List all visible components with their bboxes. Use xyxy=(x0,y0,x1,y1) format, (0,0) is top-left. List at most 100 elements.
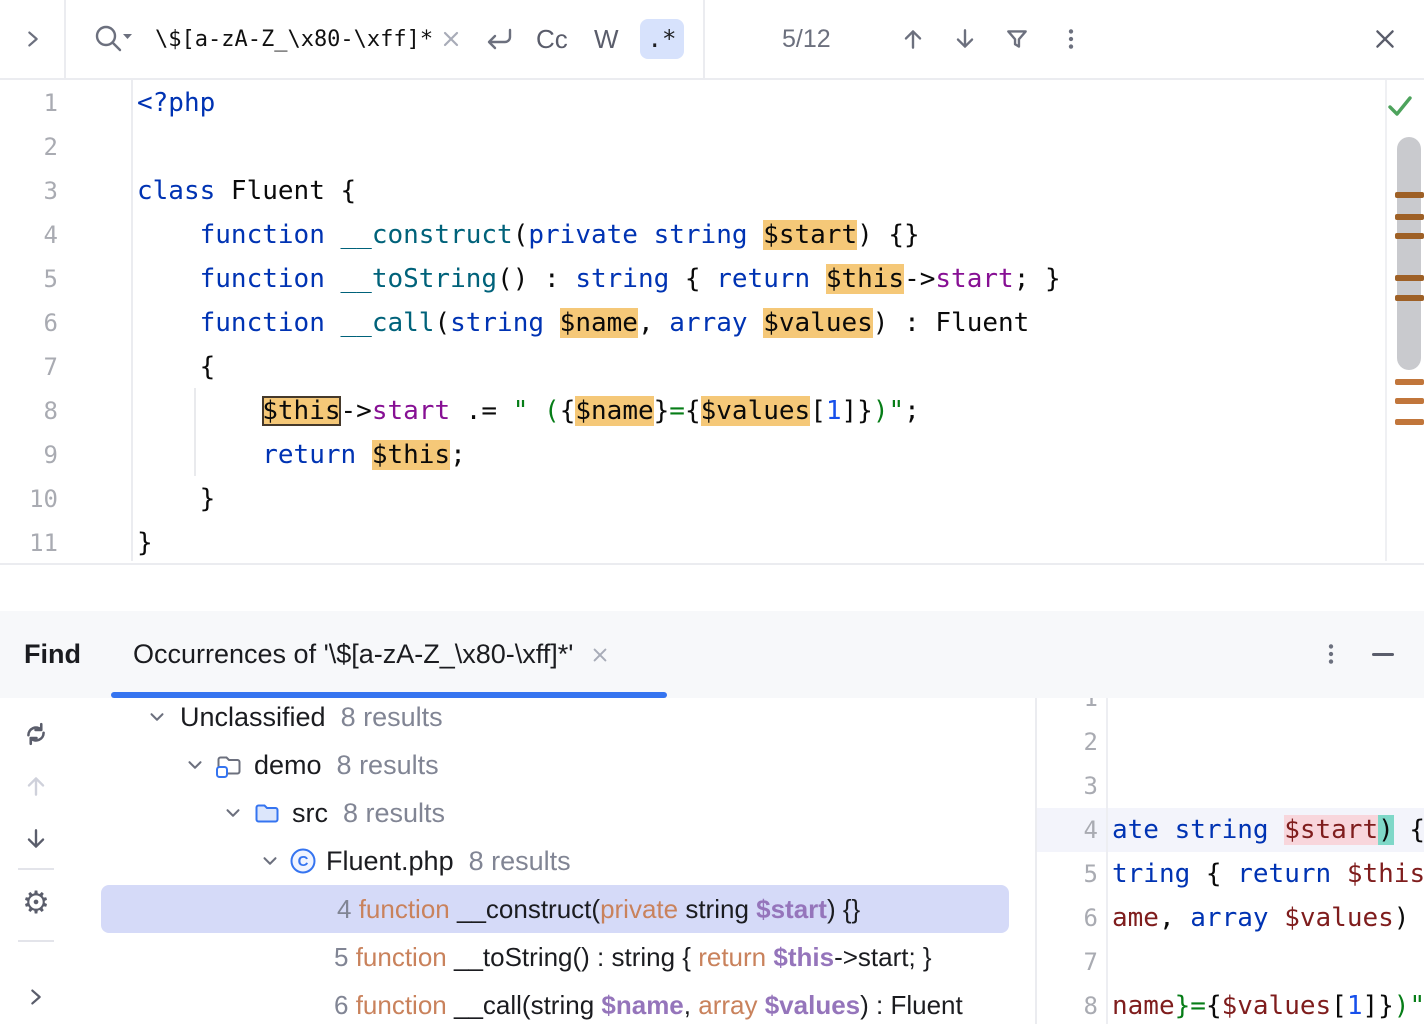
code-segment: ) : Fluent xyxy=(873,308,1030,338)
editor-gutter[interactable]: 1234567891011 xyxy=(0,81,58,565)
preview-gutter[interactable]: 12345678 xyxy=(1037,698,1098,1024)
editor-code-area[interactable]: <?php class Fluent { function __construct… xyxy=(137,81,1383,561)
tree-row-unclassified[interactable]: Unclassified 8 results xyxy=(72,693,1109,741)
stripe-mark[interactable] xyxy=(1395,295,1424,301)
hide-toolwindow-button[interactable] xyxy=(1368,639,1398,669)
kebab-icon xyxy=(1058,26,1084,52)
tab-label: Occurrences of '\$[a-zA-Z_\x80-\xff]*' xyxy=(133,639,573,670)
code-line[interactable]: tring { return $this xyxy=(1112,852,1424,896)
code-line[interactable]: function __toString() : string { return … xyxy=(137,257,1383,301)
code-segment: )" xyxy=(1394,991,1424,1021)
search-input[interactable]: \$[a-zA-Z_\x80-\xff]* xyxy=(155,0,433,78)
code-line[interactable] xyxy=(1112,698,1424,720)
search-icon xyxy=(92,22,134,56)
code-segment: $name xyxy=(601,990,683,1020)
code-line[interactable] xyxy=(137,125,1383,169)
previous-occurrence-button[interactable] xyxy=(21,771,51,801)
search-history-button[interactable] xyxy=(92,22,134,56)
stripe-mark[interactable] xyxy=(1395,419,1424,425)
expand-replace-toggle[interactable] xyxy=(18,24,48,54)
line-number[interactable]: 5 xyxy=(1037,852,1098,896)
line-number[interactable]: 5 xyxy=(0,257,58,301)
line-number[interactable]: 1 xyxy=(0,81,58,125)
code-segment: string xyxy=(654,220,748,250)
line-number[interactable]: 9 xyxy=(0,433,58,477)
code-line[interactable]: { xyxy=(137,345,1383,389)
toolwindow-more-button[interactable] xyxy=(1316,639,1346,669)
code-segment: $values xyxy=(765,990,860,1020)
next-match-button[interactable] xyxy=(950,24,980,54)
search-more-button[interactable] xyxy=(1056,24,1086,54)
line-number[interactable]: 8 xyxy=(0,389,58,433)
line-number[interactable]: 7 xyxy=(0,345,58,389)
line-number[interactable]: 4 xyxy=(0,213,58,257)
stripe-mark[interactable] xyxy=(1395,275,1424,281)
new-line-button[interactable] xyxy=(482,24,516,54)
code-segment: )" xyxy=(873,396,904,426)
line-number[interactable]: 11 xyxy=(0,521,58,565)
code-line[interactable]: function __construct(private string $sta… xyxy=(137,213,1383,257)
chevron-down-icon[interactable] xyxy=(146,706,168,728)
tree-row-src[interactable]: src 8 results xyxy=(72,789,1185,837)
code-segment: __toString() : string { xyxy=(447,942,698,972)
code-line[interactable] xyxy=(1112,764,1424,808)
code-line[interactable]: $this->start .= " ({$name}={$values[1]})… xyxy=(137,389,1383,433)
code-segment: ) xyxy=(1394,903,1410,933)
tab-occurrences[interactable]: Occurrences of '\$[a-zA-Z_\x80-\xff]*' xyxy=(133,611,609,698)
stripe-mark[interactable] xyxy=(1395,398,1424,404)
line-number[interactable]: 3 xyxy=(0,169,58,213)
code-line[interactable] xyxy=(1112,720,1424,764)
regex-toggle[interactable]: .* xyxy=(640,19,684,59)
code-segment: ) : Fluent xyxy=(860,990,963,1020)
line-number[interactable]: 3 xyxy=(1037,764,1098,808)
code-line[interactable]: <?php xyxy=(137,81,1383,125)
settings-button[interactable]: ⚙ xyxy=(19,884,53,922)
line-number[interactable]: 2 xyxy=(1037,720,1098,764)
code-segment: " ( xyxy=(513,396,560,426)
match-case-toggle[interactable]: Cc xyxy=(536,0,568,78)
code-line[interactable]: ate string $start) { xyxy=(1112,808,1424,852)
gutter-separator xyxy=(131,80,133,561)
clear-search-button[interactable] xyxy=(438,26,464,52)
project-folder-icon xyxy=(214,750,244,780)
stripe-mark[interactable] xyxy=(1395,192,1424,198)
line-number[interactable]: 10 xyxy=(0,477,58,521)
line-number[interactable]: 4 xyxy=(1037,808,1098,852)
code-segment: $start xyxy=(1284,815,1378,845)
stripe-mark[interactable] xyxy=(1395,233,1424,239)
words-toggle[interactable]: W xyxy=(594,0,619,78)
code-line[interactable]: function __call(string $name, array $val… xyxy=(137,301,1383,345)
line-number[interactable]: 7 xyxy=(1037,940,1098,984)
close-search-button[interactable] xyxy=(1370,24,1400,54)
line-number[interactable]: 8 xyxy=(1037,984,1098,1024)
code-line[interactable]: return $this; xyxy=(137,433,1383,477)
filter-search-button[interactable] xyxy=(1002,24,1032,54)
chevron-down-icon[interactable] xyxy=(222,802,244,824)
stripe-mark[interactable] xyxy=(1395,379,1424,385)
editor-scrollbar-thumb[interactable] xyxy=(1397,137,1421,370)
code-line[interactable] xyxy=(1112,940,1424,984)
inspections-status-button[interactable] xyxy=(1386,92,1414,120)
code-line[interactable]: } xyxy=(137,477,1383,521)
rerun-search-button[interactable] xyxy=(20,718,52,750)
stripe-mark[interactable] xyxy=(1395,214,1424,220)
line-number[interactable]: 1 xyxy=(1037,698,1098,720)
code-line[interactable]: ame, array $values) xyxy=(1112,896,1424,940)
tree-row-demo[interactable]: demo 8 results xyxy=(72,741,1147,789)
expand-panel-button[interactable] xyxy=(21,982,51,1012)
code-segment: private xyxy=(600,894,678,924)
line-number[interactable]: 6 xyxy=(0,301,58,345)
code-line[interactable]: } xyxy=(137,521,1383,561)
line-number[interactable]: 2 xyxy=(0,125,58,169)
preview-code-area[interactable]: ate string $start) {tring { return $this… xyxy=(1112,698,1424,1024)
previous-match-button[interactable] xyxy=(898,24,928,54)
toolwindow-title[interactable]: Find xyxy=(24,611,81,698)
chevron-down-icon[interactable] xyxy=(259,850,281,872)
code-line[interactable]: name}={$values[1]})" xyxy=(1112,984,1424,1024)
code-line[interactable]: class Fluent { xyxy=(137,169,1383,213)
close-icon[interactable] xyxy=(591,646,609,664)
next-occurrence-button[interactable] xyxy=(21,824,51,854)
line-number[interactable]: 6 xyxy=(1037,896,1098,940)
code-segment: }= xyxy=(1175,991,1206,1021)
chevron-down-icon[interactable] xyxy=(184,754,206,776)
